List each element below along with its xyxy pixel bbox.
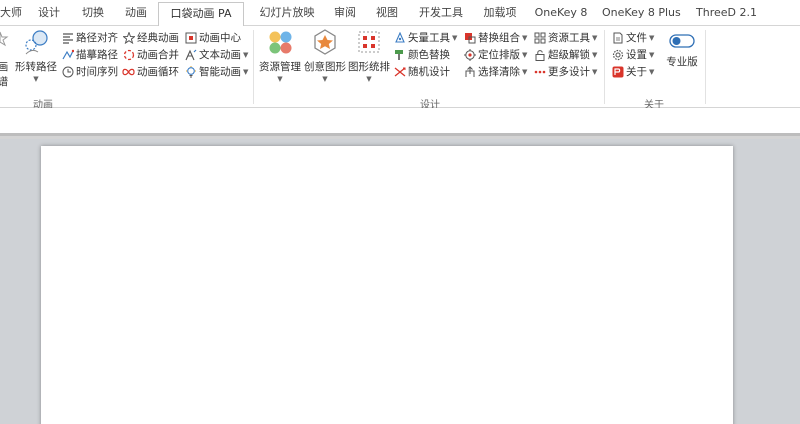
group-separator [253, 30, 254, 104]
arrange-grid-icon [358, 31, 380, 53]
slide-page[interactable] [41, 146, 733, 424]
paint-brush-icon [393, 48, 406, 61]
chevron-down-icon: ▼ [322, 75, 328, 83]
tab-slideshow[interactable]: 幻灯片放映 [257, 0, 317, 26]
chevron-down-icon: ▼ [366, 75, 372, 83]
chevron-down-icon: ▼ [452, 33, 458, 42]
gear-icon [611, 48, 624, 61]
tab-onekey8-plus[interactable]: OneKey 8 Plus [602, 0, 681, 26]
tab-developer[interactable]: 开发工具 [416, 0, 466, 26]
chevron-down-icon: ▼ [522, 33, 528, 42]
resource-manager-button[interactable]: 资源管理 ▼ [258, 28, 302, 83]
tab-review[interactable]: 审阅 [330, 0, 360, 26]
animation-center-button[interactable]: 动画中心 [184, 29, 241, 46]
chevron-down-icon: ▼ [522, 67, 528, 76]
chevron-down-icon: ▼ [277, 75, 283, 83]
more-design-button[interactable]: 更多设计 ▼ [533, 63, 597, 80]
group-separator [604, 30, 605, 104]
tab-addins[interactable]: 加载项 [480, 0, 520, 26]
select-clear-button[interactable]: 选择清除 ▼ [463, 63, 527, 80]
tab-threed[interactable]: ThreeD 2.1 [696, 0, 757, 26]
select-clear-icon [463, 65, 476, 78]
shuffle-icon [393, 65, 406, 78]
grid-icon [533, 31, 546, 44]
chevron-down-icon: ▼ [592, 50, 598, 59]
animation-loop-button[interactable]: 动画循环 [122, 63, 179, 80]
shape-arrange-button[interactable]: 图形统排 ▼ [347, 28, 391, 83]
target-icon [184, 31, 197, 44]
tab-design[interactable]: 设计 [34, 0, 64, 26]
super-unlock-button[interactable]: 超级解锁 ▼ [533, 46, 597, 63]
animation-merge-button[interactable]: 动画合并 [122, 46, 179, 63]
chevron-down-icon: ▼ [243, 50, 249, 59]
star-icon [122, 31, 135, 44]
creative-shape-button[interactable]: 创意图形 ▼ [303, 28, 347, 83]
tab-pocket-animation[interactable]: 口袋动画 PA [158, 2, 244, 27]
classic-animation-button[interactable]: 经典动画 [122, 29, 179, 46]
time-sequence-button[interactable]: 时间序列 [61, 63, 118, 80]
infinity-icon [122, 65, 135, 78]
shape-path-icon [25, 30, 48, 55]
bulb-icon [184, 65, 197, 78]
smart-animation-button[interactable]: 智能动画 ▼ [184, 63, 248, 80]
tab-view[interactable]: 视图 [372, 0, 402, 26]
about-button[interactable]: 关于 ▼ [611, 63, 654, 80]
chevron-down-icon: ▼ [522, 50, 528, 59]
shape-to-path-button[interactable]: 形转路径 ▼ [14, 28, 58, 83]
clock-icon [61, 65, 74, 78]
trace-icon [61, 48, 74, 61]
file-button[interactable]: 文件 ▼ [611, 29, 654, 46]
file-icon [611, 31, 624, 44]
group-separator [705, 30, 706, 104]
creative-shape-icon [314, 29, 336, 55]
resource-grid-icon [269, 31, 292, 54]
ribbon-bottom-band [0, 108, 800, 136]
more-dots-icon [533, 65, 546, 78]
chevron-down-icon: ▼ [243, 67, 249, 76]
trace-path-button[interactable]: 描摹路径 [61, 46, 118, 63]
star-icon [0, 31, 9, 47]
crosshair-icon [463, 48, 476, 61]
chevron-down-icon: ▼ [649, 67, 655, 76]
tab-animation[interactable]: 动画 [121, 0, 151, 26]
chevron-down-icon: ▼ [592, 67, 598, 76]
partial-button[interactable]: 画 谱 [0, 28, 10, 89]
settings-button[interactable]: 设置 ▼ [611, 46, 654, 63]
vector-tools-button[interactable]: 矢量工具 ▼ [393, 29, 457, 46]
replace-group-button[interactable]: 替换组合 ▼ [463, 29, 527, 46]
align-lines-icon [61, 31, 74, 44]
color-replace-button[interactable]: 颜色替换 [393, 46, 450, 63]
resource-tools-button[interactable]: 资源工具 ▼ [533, 29, 597, 46]
chevron-down-icon: ▼ [649, 50, 655, 59]
lock-icon [533, 48, 546, 61]
text-animation-icon [184, 48, 197, 61]
tab-master[interactable]: 大师 [0, 0, 22, 26]
pro-version-toggle[interactable]: 专业版 [664, 34, 700, 69]
slide-canvas-area[interactable] [0, 139, 800, 424]
pa-logo-icon [611, 65, 624, 78]
merge-icon [122, 48, 135, 61]
chevron-down-icon: ▼ [33, 75, 39, 83]
path-align-button[interactable]: 路径对齐 [61, 29, 118, 46]
toggle-switch-icon [669, 34, 695, 48]
chevron-down-icon: ▼ [649, 33, 655, 42]
position-layout-button[interactable]: 定位排版 ▼ [463, 46, 527, 63]
tab-onekey8[interactable]: OneKey 8 [534, 0, 588, 26]
tab-transition[interactable]: 切换 [78, 0, 108, 26]
replace-shape-icon [463, 31, 476, 44]
text-animation-button[interactable]: 文本动画 ▼ [184, 46, 248, 63]
chevron-down-icon: ▼ [592, 33, 598, 42]
random-design-button[interactable]: 随机设计 [393, 63, 450, 80]
ribbon-panel: 画 谱 形转路径 ▼ 路径对齐 描摹路径 时间序列 经典动画 动画合并 动画循环… [0, 26, 800, 111]
ribbon-tab-bar: 大师 设计 切换 动画 口袋动画 PA 幻灯片放映 审阅 视图 开发工具 加载项… [0, 0, 800, 27]
vector-pen-icon [393, 31, 406, 44]
